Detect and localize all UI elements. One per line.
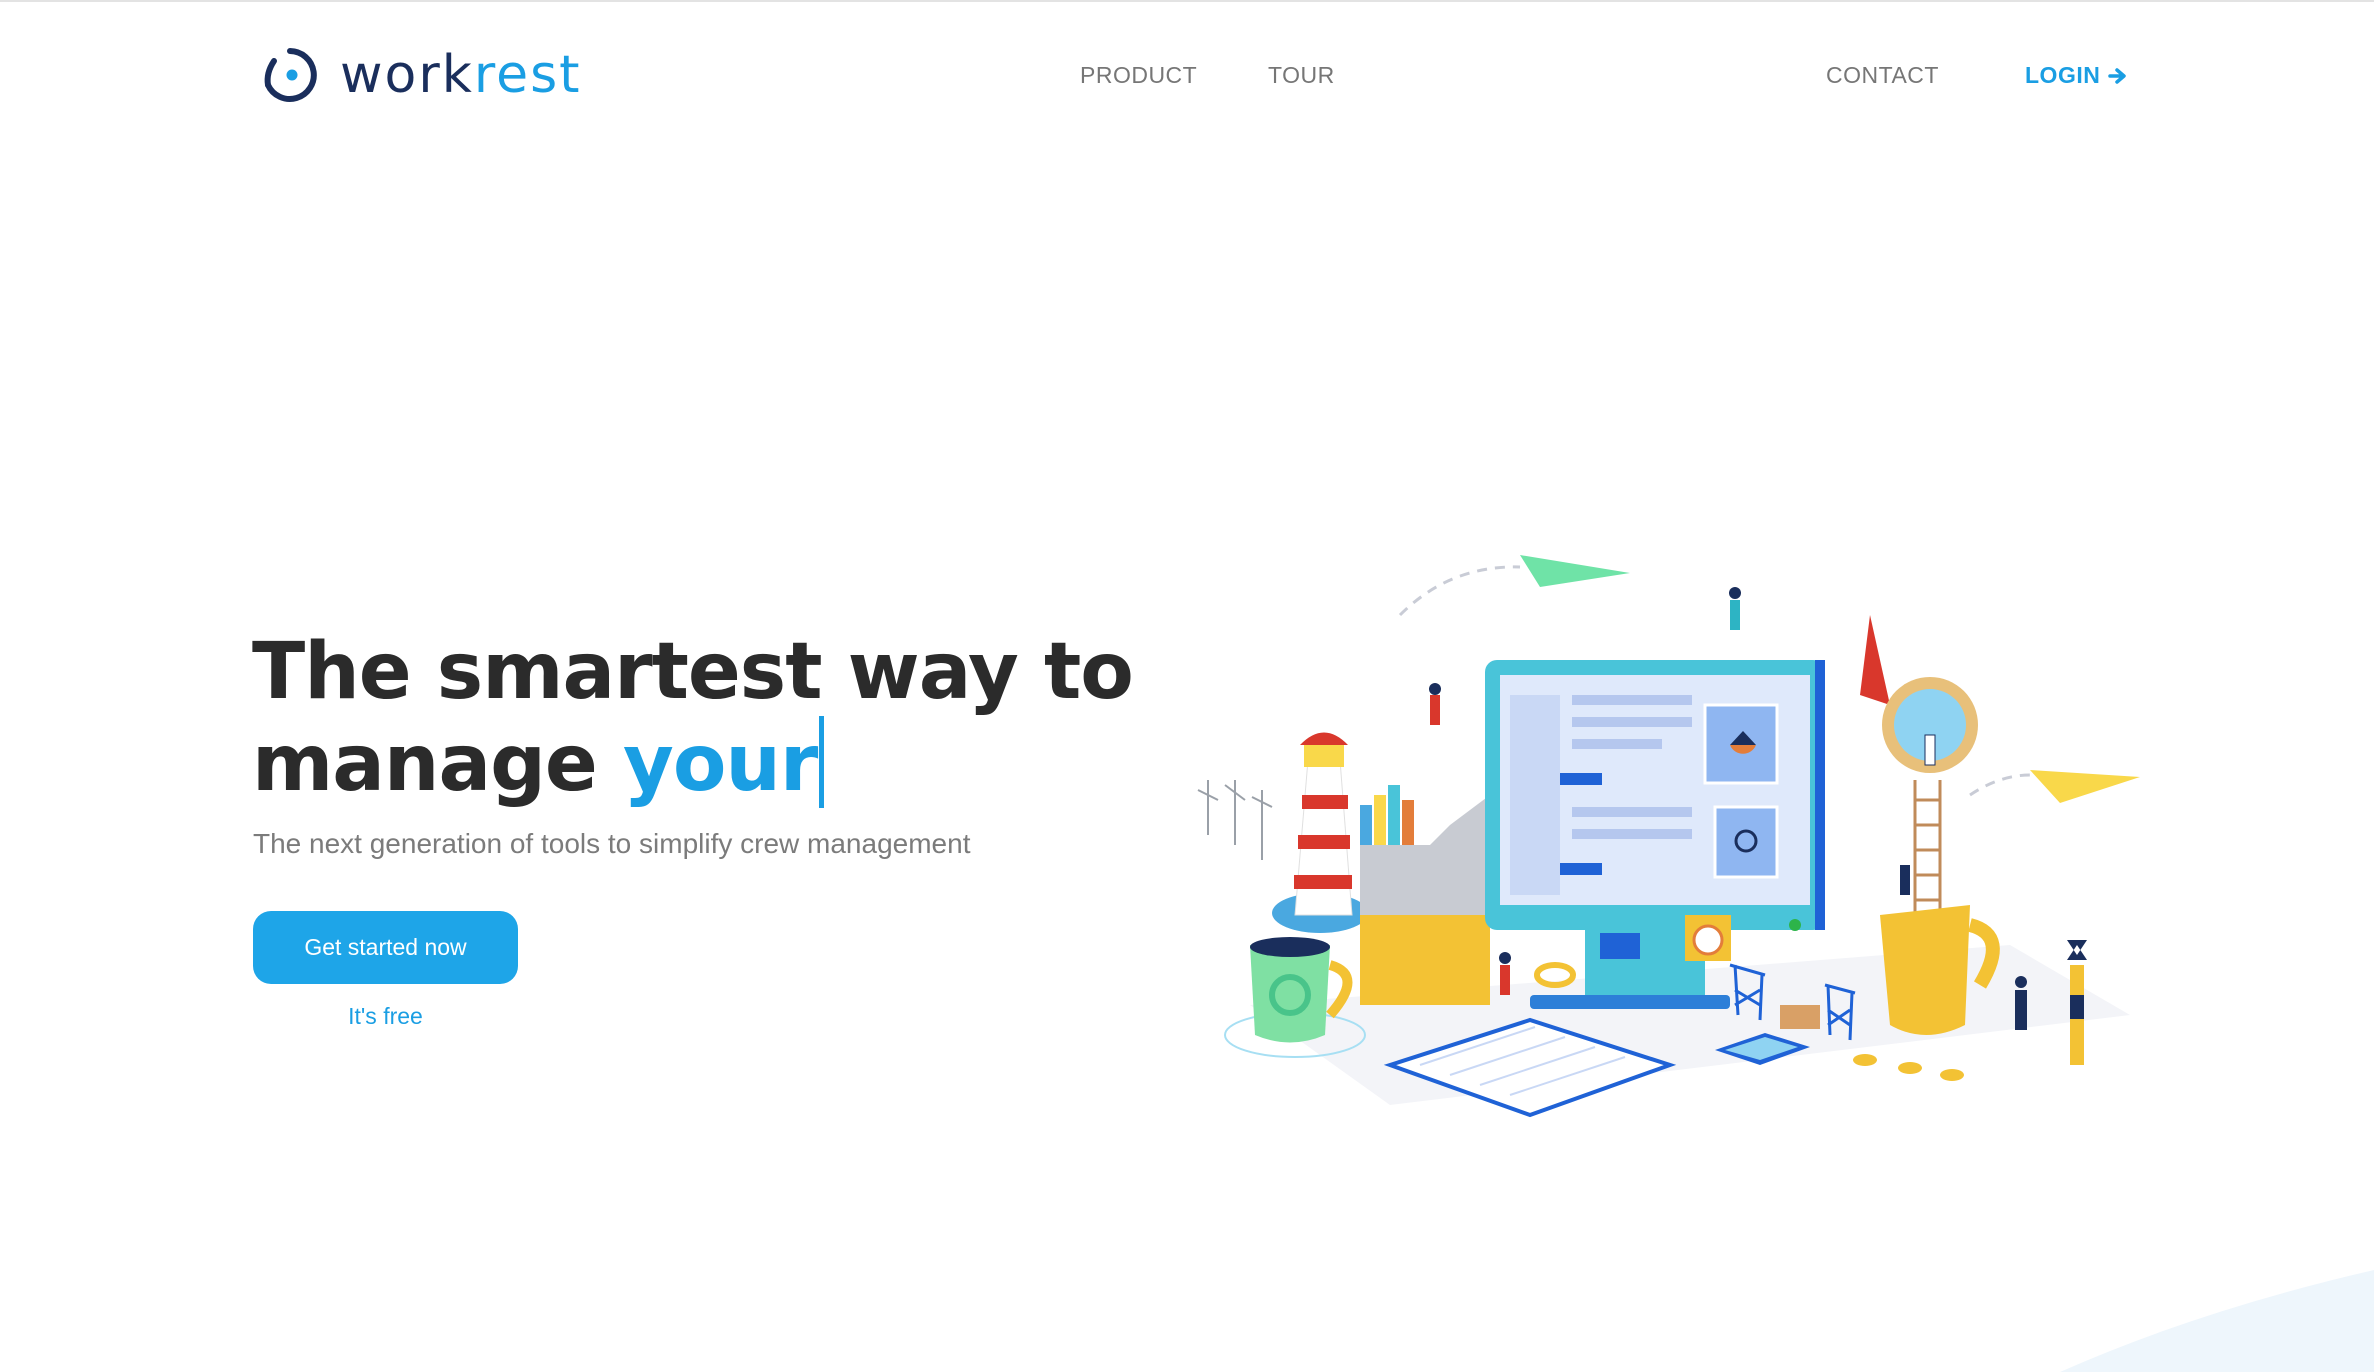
yellow-cup	[1880, 905, 1970, 1035]
brand-name-part1: work	[340, 45, 474, 105]
lighthouse	[1272, 732, 1368, 933]
login-label: LOGIN	[2025, 62, 2101, 88]
site-header: workrest PRODUCT TOUR CONTACT LOGIN	[0, 0, 2374, 150]
brand-name-part2: rest	[473, 45, 582, 105]
crew-management-illustration	[1197, 555, 2140, 1118]
nav-contact[interactable]: CONTACT	[1826, 62, 1939, 89]
wind-turbines	[1197, 780, 1273, 860]
get-started-button[interactable]: Get started now	[253, 911, 518, 984]
hero-title: The smartest way to manage your	[252, 628, 1152, 808]
paper-plane-yellow	[2030, 770, 2140, 803]
life-ring-icon	[1534, 962, 1576, 988]
hero-title-accent: your	[622, 719, 818, 809]
nav-product[interactable]: PRODUCT	[1080, 62, 1197, 89]
free-note-link[interactable]: It's free	[253, 1003, 518, 1030]
hero-subtitle: The next generation of tools to simplify…	[253, 828, 971, 859]
buoy	[2067, 940, 2087, 1065]
paper-plane-green	[1520, 555, 1630, 587]
ladder	[1913, 780, 1942, 915]
arrow-right-icon	[2108, 67, 2127, 84]
red-flag	[1860, 615, 1890, 705]
brand-logo[interactable]: workrest	[262, 40, 582, 110]
nav-login[interactable]: LOGIN	[2025, 62, 2128, 89]
typing-cursor	[819, 716, 825, 808]
corner-decoration	[2060, 1270, 2374, 1372]
hero-title-line1: The smartest way to	[252, 627, 1134, 717]
hero-title-line2: manage	[252, 719, 598, 809]
nav-tour[interactable]: TOUR	[1268, 62, 1335, 89]
workrest-logo-icon	[264, 48, 317, 102]
monitor	[1485, 660, 1825, 1009]
brand-wordmark: workrest	[340, 49, 582, 101]
